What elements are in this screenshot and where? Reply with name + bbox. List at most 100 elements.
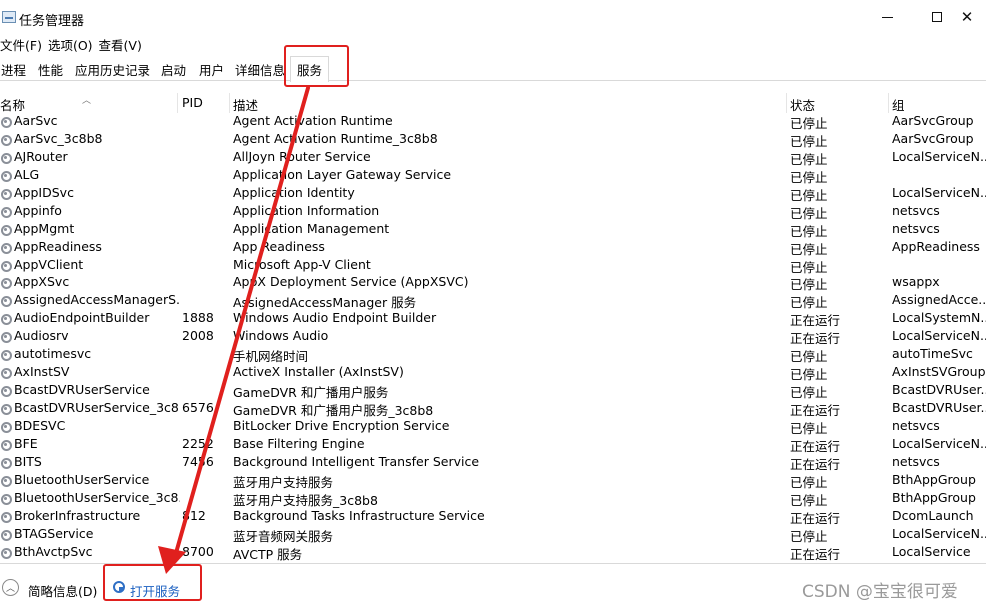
service-row[interactable]: BcastDVRUserService_3c8... 6576 GameDVR 和广…	[0, 399, 986, 418]
service-row[interactable]: AarSvc Agent Activation Runtime 已停止 AarSvcG…	[0, 112, 986, 131]
service-name: autotimesvc	[14, 346, 92, 362]
service-status: 正在运行	[790, 546, 841, 562]
service-name: BluetoothUserService	[14, 471, 150, 487]
service-row[interactable]: BITS 7456 Background Intelligent Transfer …	[0, 453, 986, 472]
maximize-icon	[932, 12, 942, 22]
menu-file[interactable]: 文件(F)	[0, 35, 44, 53]
service-name: AppXSvc	[14, 274, 70, 290]
service-row[interactable]: AxInstSV ActiveX Installer (AxInstSV) 已停止 A…	[0, 363, 986, 382]
service-row[interactable]: BDESVC BitLocker Drive Encryption Service…	[0, 417, 986, 436]
service-description: Application Management	[233, 220, 390, 236]
service-name: BcastDVRUserService	[14, 382, 150, 398]
gear-icon	[0, 295, 12, 308]
service-group: netsvcs	[892, 202, 940, 218]
service-description: Base Filtering Engine	[233, 435, 365, 451]
minimize-button[interactable]	[864, 0, 910, 34]
minimize-icon	[881, 16, 893, 18]
column-divider[interactable]	[888, 93, 889, 113]
service-name: AarSvc	[14, 113, 58, 128]
service-group: AxInstSVGroup	[892, 364, 986, 380]
service-row[interactable]: AssignedAccessManagerS... AssignedAccessM…	[0, 291, 986, 310]
service-row[interactable]: Appinfo Application Information 已停止 netsvcs	[0, 202, 986, 221]
tab-app-history[interactable]: 应用历史记录	[75, 60, 150, 79]
gear-icon	[0, 349, 12, 362]
tab-users[interactable]: 用户	[199, 60, 224, 79]
gear-icon	[0, 475, 12, 487]
service-row[interactable]: AppMgmt Application Management 已停止 netsvcs	[0, 220, 986, 239]
service-description: Application Identity	[233, 184, 355, 200]
menu-view[interactable]: 查看(V)	[99, 35, 144, 53]
close-icon: ✕	[960, 8, 974, 26]
service-description: Background Intelligent Transfer Service	[233, 453, 480, 469]
service-group: netsvcs	[892, 417, 940, 433]
column-header-pid[interactable]: PID	[182, 95, 203, 110]
service-name: AssignedAccessManagerS...	[14, 292, 180, 308]
service-row[interactable]: AppXSvc AppX Deployment Service (AppXSVC)…	[0, 273, 986, 292]
service-group: LocalServiceN...	[892, 328, 986, 344]
gear-icon	[0, 260, 12, 272]
service-row[interactable]: AppVClient Microsoft App-V Client 已停止	[0, 256, 986, 275]
tab-performance[interactable]: 性能	[38, 60, 63, 79]
service-group: LocalService	[892, 543, 971, 559]
column-divider[interactable]	[786, 93, 787, 113]
service-row[interactable]: autotimesvc 手机网络时间 已停止 autoTimeSvc	[0, 345, 986, 364]
column-divider[interactable]	[177, 93, 178, 113]
service-pid: 812	[182, 507, 206, 523]
service-row[interactable]: AudioEndpointBuilder 1888 Windows Audio En…	[0, 309, 986, 328]
service-name: AppIDSvc	[14, 184, 74, 200]
service-row[interactable]: BcastDVRUserService GameDVR 和广播用户服务 已停止 Bca…	[0, 381, 986, 400]
service-name: BthAvctpSvc	[14, 543, 93, 559]
service-row[interactable]: AJRouter AllJoyn Router Service 已停止 LocalSe…	[0, 148, 986, 167]
service-row[interactable]: AppIDSvc Application Identity 已停止 LocalServ…	[0, 184, 986, 203]
service-row[interactable]: BFE 2252 Base Filtering Engine 正在运行 LocalSer…	[0, 435, 986, 454]
service-pid: 8700	[182, 543, 214, 559]
tab-startup[interactable]: 启动	[161, 60, 186, 79]
service-description: AVCTP 服务	[233, 546, 303, 562]
service-row[interactable]: BluetoothUserService 蓝牙用户支持服务 已停止 BthAppGro…	[0, 471, 986, 490]
close-button[interactable]: ✕	[944, 0, 986, 34]
service-row[interactable]: BthAvctpSvc 8700 AVCTP 服务 正在运行 LocalService	[0, 543, 986, 562]
menu-bar: 文件(F) 选项(O) 查看(V)	[0, 35, 148, 53]
window-title: 任务管理器	[19, 14, 85, 29]
tab-processes[interactable]: 进程	[1, 60, 26, 79]
service-group: LocalSystemN...	[892, 310, 986, 326]
service-group: AarSvcGroup	[892, 130, 974, 146]
fewer-details-link[interactable]: 简略信息(D)	[28, 581, 97, 600]
service-row[interactable]: ALG Application Layer Gateway Service 已停止	[0, 166, 986, 185]
service-description: AllJoyn Router Service	[233, 148, 371, 164]
service-name: Audiosrv	[14, 328, 69, 344]
service-row[interactable]: BTAGService 蓝牙音频网关服务 已停止 LocalServiceN...	[0, 525, 986, 544]
service-group: AssignedAcce...	[892, 292, 986, 308]
service-row[interactable]: AarSvc_3c8b8 Agent Activation Runtime_3c8…	[0, 130, 986, 149]
service-name: BFE	[14, 435, 38, 451]
service-row[interactable]: Audiosrv 2008 Windows Audio 正在运行 LocalServic…	[0, 327, 986, 346]
service-description: Agent Activation Runtime_3c8b8	[233, 130, 438, 146]
service-description: Windows Audio Endpoint Builder	[233, 310, 437, 326]
gear-icon	[0, 367, 12, 380]
table-header: 名称 ︿ PID 描述 状态 组	[0, 93, 986, 113]
service-row[interactable]: AppReadiness App Readiness 已停止 AppReadiness	[0, 238, 986, 257]
service-group: BthAppGroup	[892, 489, 976, 505]
chevron-up-icon: ︿	[5, 584, 15, 594]
service-name: BcastDVRUserService_3c8...	[14, 400, 180, 415]
service-group: wsappx	[892, 274, 940, 290]
service-group: BcastDVRUser...	[892, 382, 986, 398]
service-description: App Readiness	[233, 238, 325, 254]
service-group: netsvcs	[892, 453, 940, 469]
service-row[interactable]: BluetoothUserService_3c8... 蓝牙用户支持服务_3c8b…	[0, 489, 986, 508]
column-divider[interactable]	[229, 93, 230, 113]
gear-icon	[0, 403, 12, 415]
task-manager-icon	[2, 11, 16, 23]
menu-options[interactable]: 选项(O)	[48, 35, 95, 53]
gear-icon	[0, 313, 12, 326]
gear-icon	[0, 224, 12, 236]
service-description: Windows Audio	[233, 328, 329, 344]
service-name: BDESVC	[14, 417, 66, 433]
annotation-highlight-open-services	[103, 564, 202, 601]
gear-icon	[0, 116, 12, 128]
gear-icon	[0, 170, 12, 182]
collapse-details-button[interactable]: ︿	[2, 579, 19, 596]
service-row[interactable]: BrokerInfrastructure 812 Background Tasks …	[0, 507, 986, 526]
tab-details[interactable]: 详细信息	[235, 60, 285, 79]
service-description: BitLocker Drive Encryption Service	[233, 417, 450, 433]
